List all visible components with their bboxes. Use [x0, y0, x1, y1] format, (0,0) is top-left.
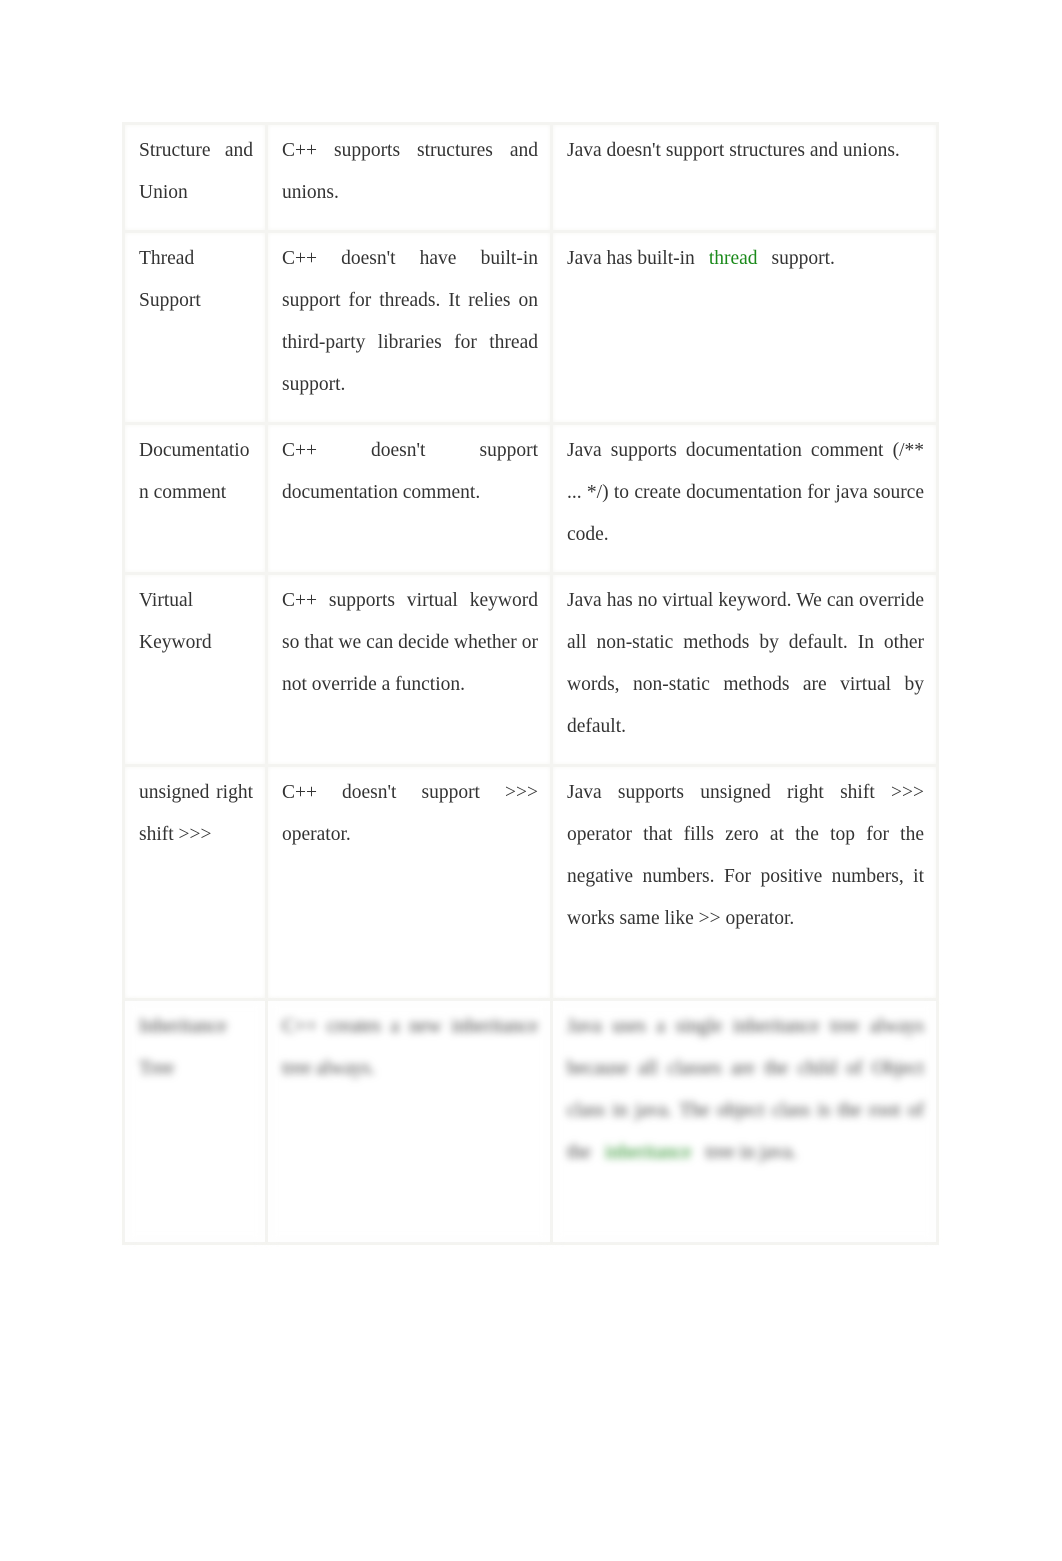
feature-cell: unsigned right shift >>>: [122, 764, 268, 1001]
java-text: Java uses a single inheritance tree alwa…: [567, 1016, 924, 1163]
table-row: Documentation comment C++ doesn't suppor…: [122, 422, 939, 575]
java-cell: Java has built-in thread support.: [550, 230, 939, 425]
feature-cell: Thread Support: [122, 230, 268, 425]
cpp-cell: C++ creates a new inheritance tree alway…: [265, 998, 553, 1245]
table-row-blurred: Inheritance Tree C++ creates a new inher…: [122, 998, 939, 1245]
feature-cell: Inheritance Tree: [122, 998, 268, 1245]
java-cell: Java supports unsigned right shift >>> o…: [550, 764, 939, 1001]
feature-cell: Documentation comment: [122, 422, 268, 575]
comparison-table: Structure and Union C++ supports structu…: [122, 122, 939, 1245]
inheritance-link[interactable]: inheritance: [605, 1142, 692, 1163]
table-row: unsigned right shift >>> C++ doesn't sup…: [122, 764, 939, 1001]
java-text: tree in java.: [705, 1142, 797, 1163]
thread-link[interactable]: thread: [709, 248, 758, 269]
feature-cell: Virtual Keyword: [122, 572, 268, 767]
java-cell: Java supports documentation comment (/**…: [550, 422, 939, 575]
cpp-cell: C++ supports virtual keyword so that we …: [265, 572, 553, 767]
java-cell: Java has no virtual keyword. We can over…: [550, 572, 939, 767]
java-text: support.: [771, 248, 835, 269]
table-row: Virtual Keyword C++ supports virtual key…: [122, 572, 939, 767]
cpp-cell: C++ doesn't support >>> operator.: [265, 764, 553, 1001]
java-text: Java has built-in: [567, 248, 695, 269]
table-row: Thread Support C++ doesn't have built-in…: [122, 230, 939, 425]
java-cell: Java doesn't support structures and unio…: [550, 122, 939, 233]
table-row: Structure and Union C++ supports structu…: [122, 122, 939, 233]
cpp-cell: C++ doesn't support documentation commen…: [265, 422, 553, 575]
feature-cell: Structure and Union: [122, 122, 268, 233]
java-cell: Java uses a single inheritance tree alwa…: [550, 998, 939, 1245]
cpp-cell: C++ supports structures and unions.: [265, 122, 553, 233]
cpp-cell: C++ doesn't have built-in support for th…: [265, 230, 553, 425]
